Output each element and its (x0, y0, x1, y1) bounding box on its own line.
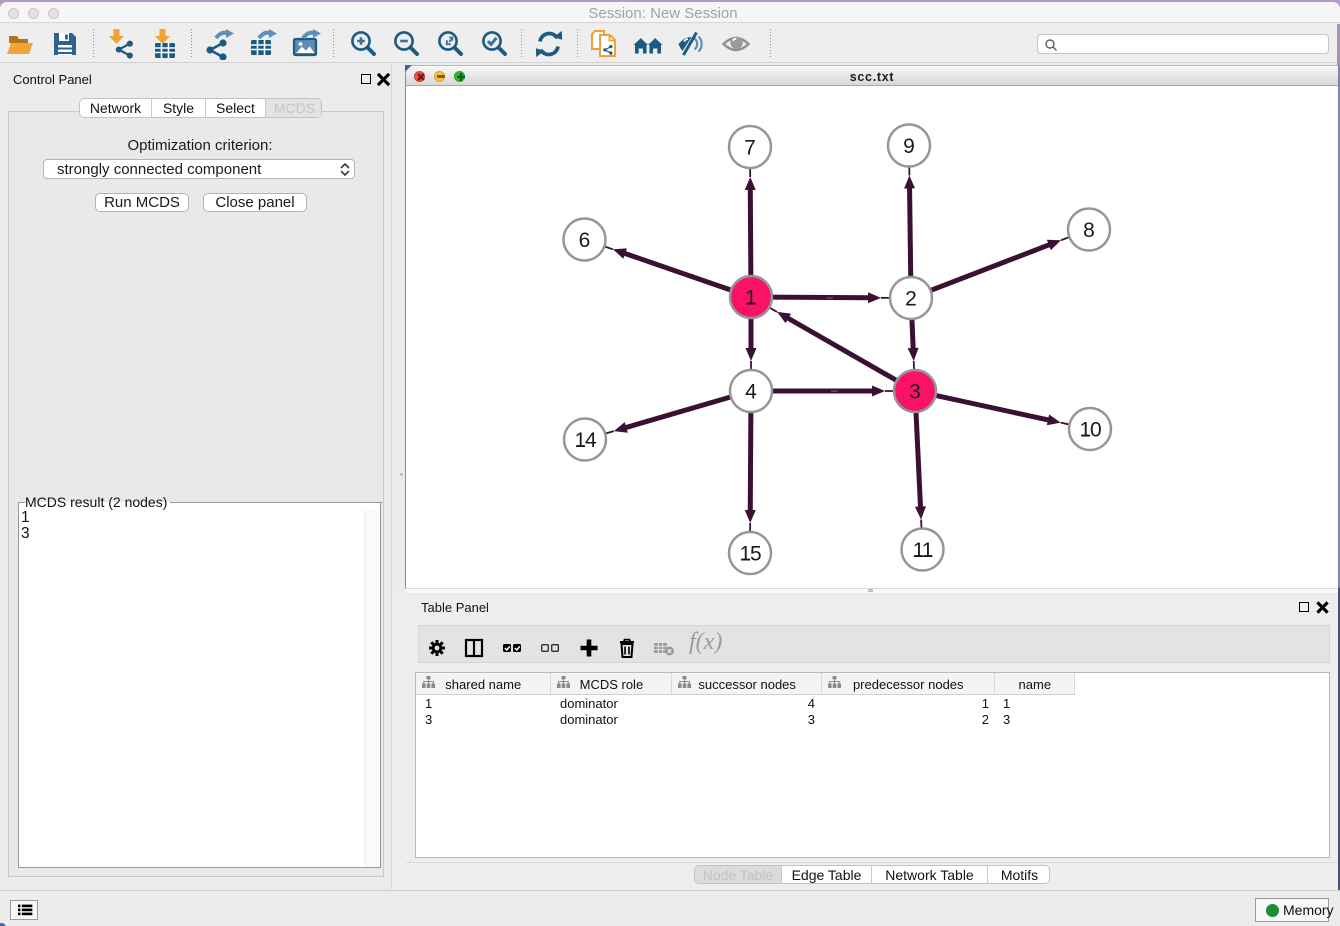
svg-text:9: 9 (903, 135, 915, 158)
svg-text:6: 6 (579, 229, 591, 252)
svg-text:3: 3 (909, 381, 921, 404)
svg-text:7: 7 (744, 137, 756, 160)
svg-text:14: 14 (575, 429, 597, 452)
svg-text:2: 2 (905, 288, 917, 311)
svg-text:15: 15 (740, 543, 761, 566)
svg-text:1: 1 (745, 287, 757, 310)
svg-text:11: 11 (913, 539, 933, 562)
svg-text:8: 8 (1083, 219, 1095, 242)
svg-text:4: 4 (745, 381, 757, 404)
svg-text:10: 10 (1080, 419, 1101, 442)
